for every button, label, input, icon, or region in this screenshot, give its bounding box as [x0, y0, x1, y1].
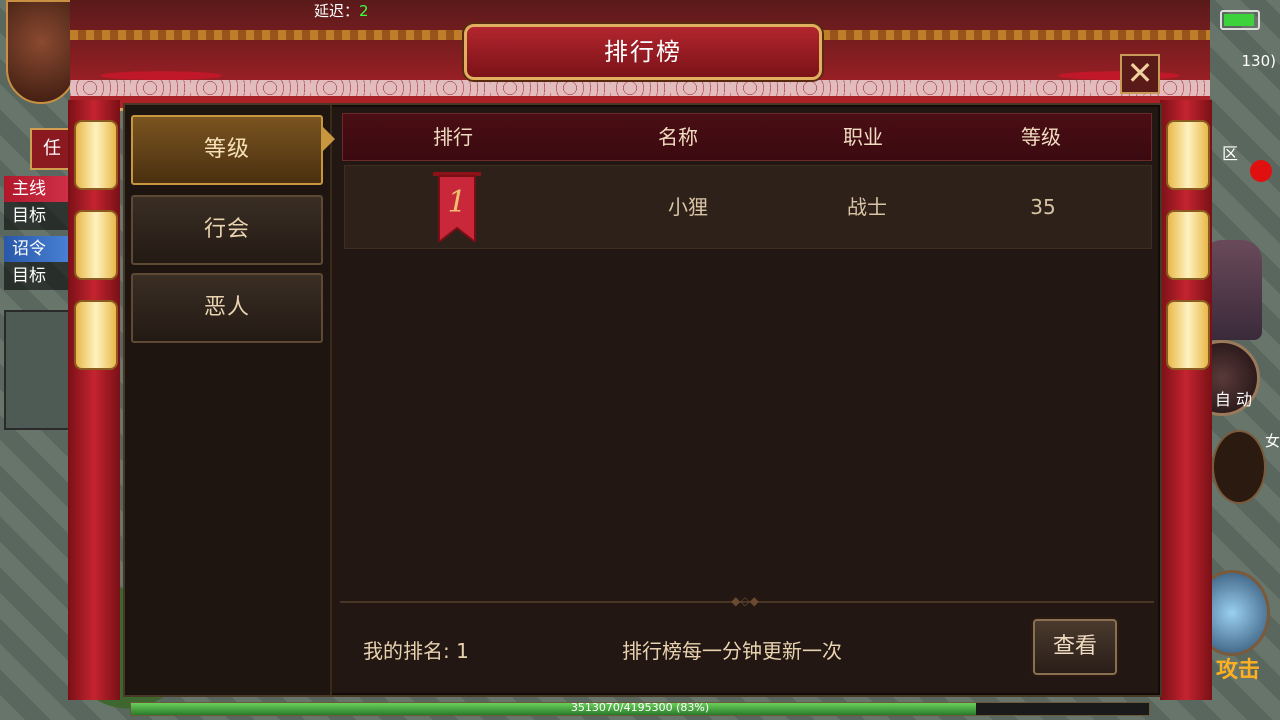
divider-ornament-icon: ◆◇◆ — [731, 594, 759, 608]
latency-readout: 延迟：2 — [314, 0, 369, 21]
lantern-icon — [74, 120, 118, 190]
table-header: 排行 名称 职业 等级 — [342, 113, 1152, 161]
tab-level[interactable]: 等级 — [131, 115, 323, 185]
table-row[interactable]: 1 小狸 战士 35 — [344, 165, 1152, 249]
cell-name: 小狸 — [668, 195, 708, 219]
attack-label[interactable]: 攻击 — [1216, 652, 1260, 684]
rank-ribbon-icon: 1 — [433, 172, 481, 242]
window-title: 排行榜 — [464, 24, 822, 80]
player-avatar[interactable] — [6, 0, 76, 104]
tab-villain[interactable]: 恶人 — [131, 273, 323, 343]
lantern-icon — [74, 300, 118, 370]
header-level: 等级 — [1021, 125, 1061, 149]
quest-order-target[interactable]: 目标 — [4, 262, 74, 290]
rank-number: 1 — [447, 185, 466, 220]
lantern-icon — [74, 210, 118, 280]
coordinate-readout: 130) — [1241, 52, 1276, 70]
tab-guild[interactable]: 行会 — [131, 195, 323, 265]
battery-icon — [1220, 10, 1260, 30]
minimap[interactable] — [4, 310, 78, 430]
header-class: 职业 — [843, 125, 883, 149]
notification-dot-icon — [1250, 160, 1272, 182]
quest-main-target[interactable]: 目标 — [4, 202, 74, 230]
active-tab-arrow-icon — [321, 125, 335, 153]
left-pillar — [68, 100, 120, 700]
close-icon: ✕ — [1126, 54, 1154, 92]
lantern-icon — [1166, 120, 1210, 190]
ranking-panel: 等级 行会 恶人 排行 名称 职业 等级 1 小狸 战士 35 ◆◇◆ 我的排名… — [123, 103, 1162, 697]
right-pillar — [1160, 100, 1212, 700]
update-note: 排行榜每一分钟更新一次 — [622, 639, 842, 663]
pet-slot[interactable] — [1212, 430, 1266, 504]
cell-class: 战士 — [847, 195, 887, 219]
category-sidebar: 等级 行会 恶人 — [125, 105, 335, 695]
experience-bar: 3513070/4195300 (83%) — [130, 701, 1150, 716]
snow-decoration — [70, 80, 1210, 96]
header-name: 名称 — [658, 125, 698, 149]
experience-text: 3513070/4195300 (83%) — [570, 701, 710, 714]
my-rank-text: 我的排名: 1 — [363, 639, 469, 663]
quest-order-tab[interactable]: 诏令 — [4, 236, 74, 262]
latency-label: 延迟： — [314, 2, 360, 20]
lantern-icon — [1166, 300, 1210, 370]
latency-value: 2 — [359, 2, 369, 20]
cell-level: 35 — [1030, 195, 1056, 219]
close-button[interactable]: ✕ — [1120, 54, 1160, 94]
quest-main-tab[interactable]: 主线 — [4, 176, 74, 202]
female-label: 女 — [1264, 432, 1280, 450]
lantern-icon — [1166, 210, 1210, 280]
header-rank: 排行 — [433, 125, 473, 149]
zone-label: 区 — [1221, 144, 1238, 163]
view-button[interactable]: 查看 — [1033, 619, 1117, 675]
auto-label: 自 动 — [1214, 390, 1252, 409]
